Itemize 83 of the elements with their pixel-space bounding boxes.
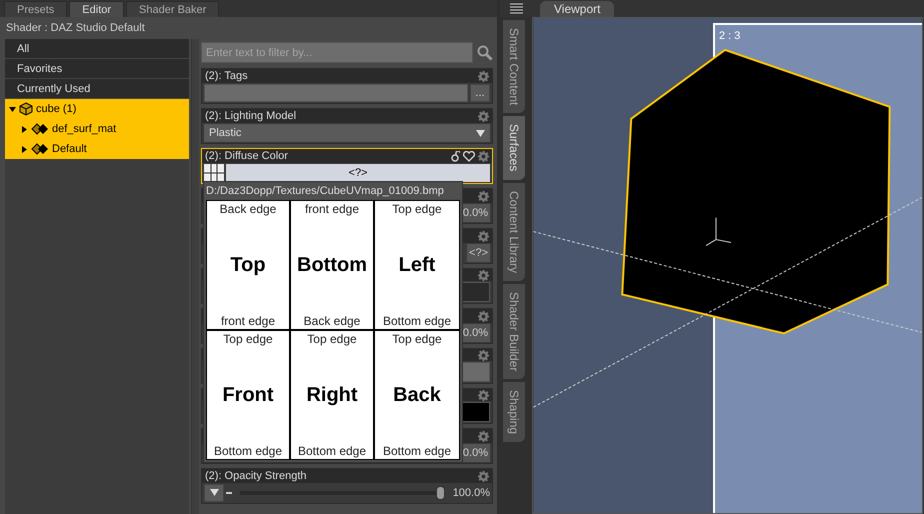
caret-icon — [476, 130, 485, 136]
shader-label: Shader : DAZ Studio Default — [5, 21, 146, 36]
material-icon — [31, 143, 49, 155]
heart-icon[interactable] — [463, 150, 475, 162]
material-icon — [31, 123, 49, 135]
face-label: Bottom — [297, 254, 367, 276]
filter-item[interactable]: Currently Used — [5, 79, 189, 99]
axis-gizmo-icon — [706, 217, 732, 246]
edge-label: front edge — [304, 202, 360, 216]
edge-label: Top edge — [392, 202, 442, 216]
edge-label: Back edge — [220, 202, 276, 216]
viewport-tab[interactable]: Viewport — [540, 1, 614, 17]
expanded-triangle-icon[interactable] — [9, 106, 16, 112]
percent-reading: 0.0% — [460, 204, 490, 222]
gear-icon[interactable] — [478, 270, 489, 280]
filter-item[interactable]: Favorites — [5, 59, 189, 79]
percent-reading: 0.0% — [460, 444, 490, 462]
face-label: Front — [222, 384, 274, 406]
property-title: (2): Lighting Model — [205, 110, 298, 122]
texture-path: D:/Daz3Dopp/Textures/CubeUVmap_01009.bmp — [206, 184, 445, 198]
gear-icon[interactable] — [478, 190, 489, 202]
collapsed-triangle-icon[interactable] — [21, 126, 28, 132]
lighting-model-dropdown[interactable]: Plastic — [204, 124, 490, 142]
face-label: Left — [398, 254, 436, 276]
gear-icon[interactable] — [478, 350, 489, 360]
edge-label: Bottom edge — [382, 444, 452, 458]
cube-drawing[interactable] — [621, 48, 891, 334]
tags-field[interactable] — [204, 84, 468, 102]
tree-item[interactable]: def_surf_mat — [5, 119, 189, 139]
gear-icon[interactable] — [478, 430, 489, 442]
gear-icon[interactable] — [478, 310, 489, 322]
tree-item[interactable]: cube (1) — [5, 99, 189, 119]
gear-icon[interactable] — [478, 230, 489, 242]
property-title: (2): Opacity Strength — [205, 470, 308, 482]
dropdown-button[interactable] — [204, 484, 224, 502]
edge-label: Back edge — [304, 314, 360, 328]
gear-icon[interactable] — [478, 390, 489, 400]
filter-field[interactable]: Enter text to filter by... — [201, 42, 473, 63]
face-label: Top — [230, 254, 266, 276]
tree-item-label: def_surf_mat — [52, 123, 116, 135]
gear-icon[interactable] — [478, 150, 489, 162]
tree-item-label: cube (1) — [36, 103, 76, 115]
panel-tab[interactable]: Presets — [4, 1, 68, 17]
menu-icon[interactable] — [510, 3, 522, 14]
gear-icon[interactable] — [478, 70, 489, 82]
collapsed-triangle-icon[interactable] — [21, 146, 28, 152]
side-tab[interactable]: Surfaces — [503, 116, 525, 180]
viewport-canvas[interactable]: 2 : 3 — [532, 17, 923, 514]
side-tab[interactable]: Shaping — [503, 382, 525, 442]
gear-icon[interactable] — [478, 110, 489, 122]
edge-label: Bottom edge — [382, 314, 452, 328]
panel-tab[interactable]: Editor — [69, 1, 124, 17]
edge-label: Bottom edge — [298, 444, 366, 458]
panel-tab[interactable]: Shader Baker — [126, 1, 220, 17]
edge-label: Top edge — [392, 332, 442, 346]
face-label: Right — [306, 384, 358, 406]
side-tab[interactable]: Shader Builder — [503, 284, 525, 380]
texture-thumbnail-icon[interactable] — [204, 164, 224, 182]
property-title: (2): Diffuse Color — [205, 150, 289, 162]
cube-icon — [19, 102, 33, 116]
side-tab[interactable]: Content Library — [503, 182, 525, 281]
edge-label: front edge — [220, 314, 276, 328]
slider-thumb[interactable] — [436, 486, 445, 500]
percent-reading: 0.0% — [460, 324, 490, 342]
browse-button[interactable]: ... — [470, 84, 490, 102]
slider-reading: 100.0% — [452, 487, 490, 499]
property-title: (2): Tags — [205, 70, 249, 82]
edge-label: Top edge — [307, 332, 357, 346]
filter-item[interactable]: All — [5, 39, 189, 59]
edge-label: Bottom edge — [214, 444, 282, 458]
color-value[interactable]: <?> — [226, 164, 490, 182]
search-icon[interactable] — [477, 44, 493, 60]
minus-icon — [226, 492, 232, 494]
gear-icon[interactable] — [478, 470, 489, 482]
side-tab[interactable]: Smart Content — [503, 20, 525, 114]
tree-item[interactable]: Default — [5, 139, 189, 159]
value-field[interactable]: <?> — [467, 244, 490, 262]
face-label: Back — [393, 384, 441, 406]
link-icon[interactable] — [451, 150, 460, 162]
caret-icon — [210, 489, 218, 496]
tree-item-label: Default — [52, 143, 87, 155]
camera-label: 2 : 3 — [719, 30, 740, 42]
edge-label: Top edge — [223, 332, 273, 346]
